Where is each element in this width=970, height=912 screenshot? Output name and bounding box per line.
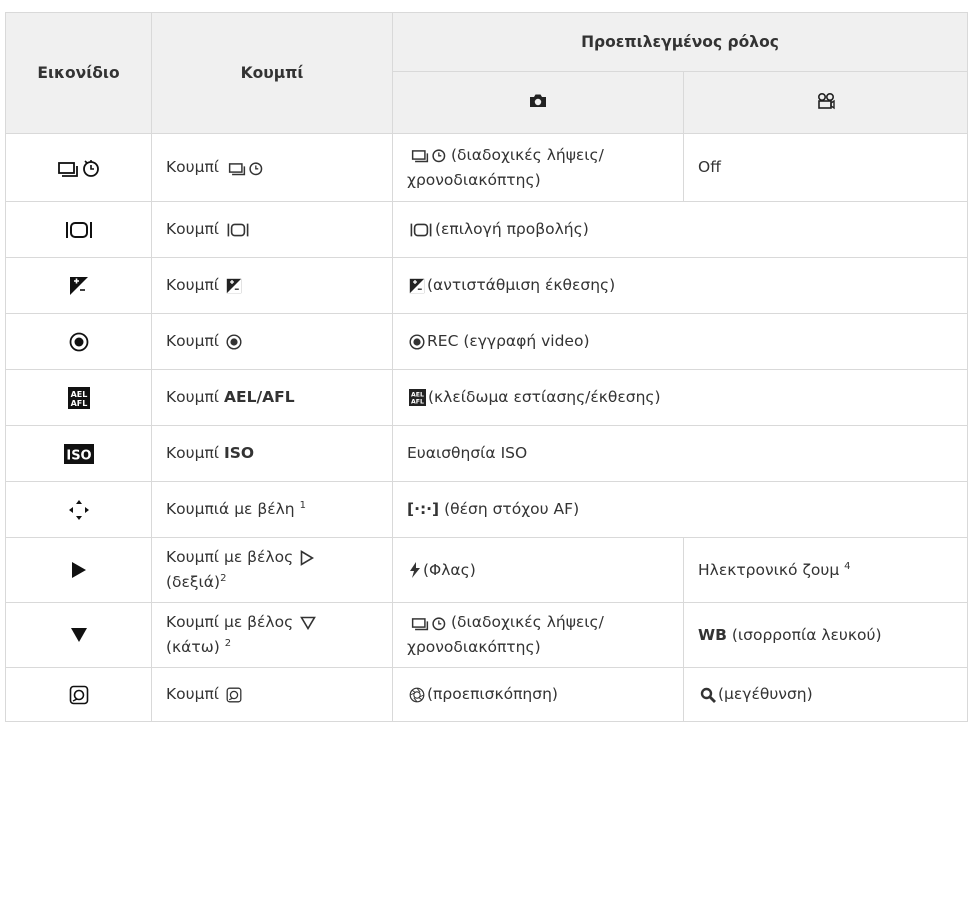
arrow-down-icon bbox=[70, 628, 87, 642]
row-icon-cell bbox=[5, 133, 152, 202]
table-row: Κουμπί (αντιστάθμιση έκθεσης) bbox=[5, 257, 969, 314]
table-row: Κουμπί (διαδοχικές λήψεις/ χρονοδιακόπτη… bbox=[5, 133, 969, 202]
table-row: ISO Κουμπί ISO Ευαισθησία ISO bbox=[5, 425, 969, 482]
iso-icon: ISO bbox=[63, 443, 94, 464]
table-row: Κουμπί (επιλογή προβολής) bbox=[5, 201, 969, 258]
arrow-right-icon bbox=[71, 562, 86, 578]
lv-display-icon bbox=[65, 221, 92, 238]
table-row: Κουμπί με βέλος (κάτω) 2 (διαδοχικές λήψ… bbox=[5, 602, 969, 668]
rec-icon bbox=[226, 333, 242, 350]
exposure-comp-icon bbox=[69, 276, 88, 295]
lv-display-icon bbox=[410, 223, 432, 236]
ael-afl-icon: AELAFL bbox=[67, 386, 90, 409]
header-icon: Εικονίδιο bbox=[5, 12, 152, 134]
aperture-icon bbox=[409, 687, 425, 702]
drive-self-timer-icon bbox=[411, 616, 446, 630]
rec-icon bbox=[409, 333, 425, 350]
exposure-comp-icon bbox=[409, 278, 425, 293]
magnifier-icon bbox=[700, 687, 716, 703]
header-button: Κουμπί bbox=[151, 12, 393, 134]
drive-self-timer-icon bbox=[57, 159, 99, 177]
video-role-cell: Off bbox=[682, 133, 969, 202]
header-photo bbox=[392, 71, 684, 134]
photo-role-cell: (διαδοχικές λήψεις/ χρονοδιακόπτης) bbox=[392, 133, 684, 202]
svg-text:ISO: ISO bbox=[66, 448, 91, 463]
svg-text:AFL: AFL bbox=[70, 399, 87, 408]
exposure-comp-icon bbox=[226, 278, 242, 293]
svg-text:AFL: AFL bbox=[411, 399, 424, 406]
header-video bbox=[682, 71, 969, 134]
camera-icon bbox=[530, 94, 546, 107]
preview-button-icon bbox=[69, 685, 88, 704]
svg-text:AEL: AEL bbox=[411, 392, 424, 399]
table-row: Κουμπιά με βέλη 1 [·:·] (θέση στόχου AF) bbox=[5, 481, 969, 538]
rec-icon bbox=[69, 332, 88, 351]
flash-icon bbox=[410, 562, 420, 578]
table-row: Κουμπί REC (εγγραφή video) bbox=[5, 313, 969, 370]
movie-icon bbox=[817, 92, 835, 109]
svg-text:AEL: AEL bbox=[70, 390, 87, 399]
drive-self-timer-icon bbox=[411, 149, 446, 163]
button-cell: Κουμπί bbox=[151, 133, 393, 202]
drive-self-timer-icon bbox=[228, 161, 263, 175]
header-default-role: Προεπιλεγμένος ρόλος bbox=[391, 12, 969, 72]
table-row: Κουμπί με βέλος (δεξιά)2 (Φλας) Ηλεκτρον… bbox=[5, 537, 969, 603]
lv-display-icon bbox=[227, 223, 249, 236]
outline-arrow-right-icon bbox=[300, 549, 315, 566]
table-row: AEL AFL Κουμπί AEL/AFL AEL AFL (κλείδωμα εσ… bbox=[5, 369, 969, 426]
button-roles-table: Εικονίδιο Κουμπί Προεπιλεγμένος ρόλος Κο… bbox=[5, 12, 969, 722]
table-row: Κουμπί (προεπισκόπηση) (μεγέθυνση) bbox=[5, 667, 969, 722]
ael-afl-icon: AELAFL bbox=[409, 389, 426, 406]
arrow-pad-icon bbox=[68, 499, 89, 520]
outline-arrow-down-icon bbox=[300, 616, 317, 630]
preview-button-icon bbox=[226, 687, 242, 702]
